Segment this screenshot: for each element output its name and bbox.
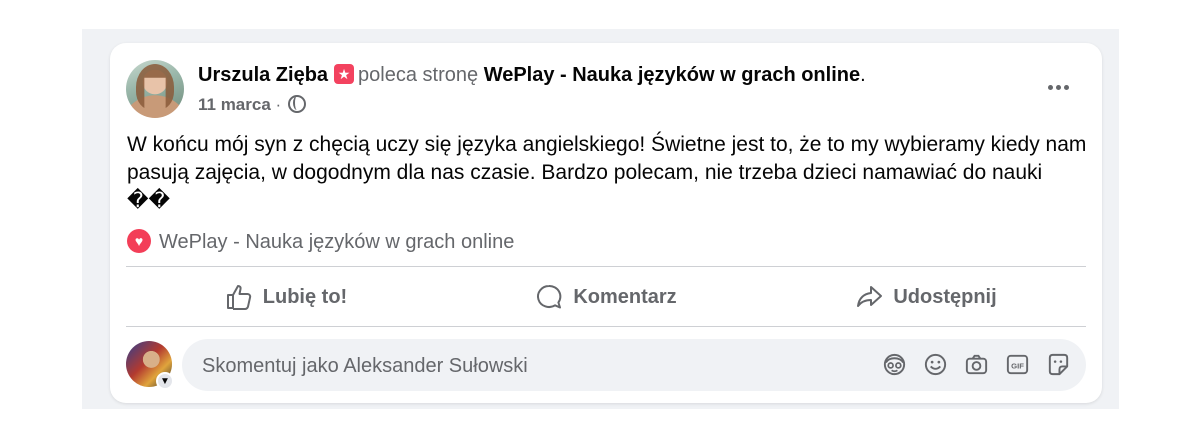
recommends-text: poleca stronę: [358, 64, 479, 86]
heart-icon: ♥: [127, 229, 151, 253]
divider: [126, 266, 1086, 267]
avatar-sticker-icon[interactable]: [881, 351, 908, 378]
author-name[interactable]: Urszula Zięba: [198, 64, 328, 86]
post-body: W końcu mój syn z chęcią uczy się języka…: [127, 133, 1087, 212]
post-header: Urszula Zięba ★ poleca stronę WePlay - Nau…: [198, 63, 866, 87]
globe-icon: [287, 95, 306, 113]
page-name-link[interactable]: WePlay - Nauka języków w grach online: [484, 64, 860, 86]
post-card: Urszula Zięba ★ poleca stronę WePlay - Nau…: [110, 43, 1102, 403]
comment-box[interactable]: GIF: [182, 339, 1086, 393]
date-separator: ·: [275, 95, 282, 114]
post-meta: 11 marca ·: [198, 94, 306, 116]
sticker-icon[interactable]: [1045, 351, 1072, 378]
recommendation-line[interactable]: ♥ WePlay - Nauka języków w grach online: [127, 229, 514, 254]
svg-text:GIF: GIF: [1011, 361, 1024, 370]
like-label: Lubię to!: [262, 285, 348, 308]
post-date[interactable]: 11 marca: [198, 95, 271, 114]
comment-input[interactable]: [200, 339, 844, 393]
comment-icon: [537, 284, 562, 309]
share-label: Udostępnij: [893, 285, 997, 308]
author-avatar[interactable]: [126, 60, 184, 118]
action-bar: Lubię to! Komentarz Udostępnij: [126, 269, 1086, 325]
share-button[interactable]: Udostępnij: [766, 269, 1086, 325]
comment-label: Komentarz: [573, 285, 677, 308]
share-icon: [857, 286, 883, 307]
star-badge-icon: ★: [334, 64, 355, 84]
like-button[interactable]: Lubię to!: [126, 269, 446, 325]
divider: [126, 326, 1086, 327]
gif-icon[interactable]: GIF: [1004, 351, 1031, 378]
comment-button[interactable]: Komentarz: [446, 269, 766, 325]
emoji-icon[interactable]: [922, 351, 949, 378]
comment-composer: ▼ GIF: [126, 339, 1086, 393]
comment-tools: GIF: [881, 351, 1072, 379]
camera-icon[interactable]: [963, 351, 990, 378]
header-period: .: [860, 64, 866, 86]
chevron-down-icon[interactable]: ▼: [156, 372, 174, 390]
recommendation-page: WePlay - Nauka języków w grach online: [159, 231, 515, 253]
thumbs-up-icon: [226, 285, 251, 310]
more-options-icon[interactable]: [1040, 75, 1076, 99]
